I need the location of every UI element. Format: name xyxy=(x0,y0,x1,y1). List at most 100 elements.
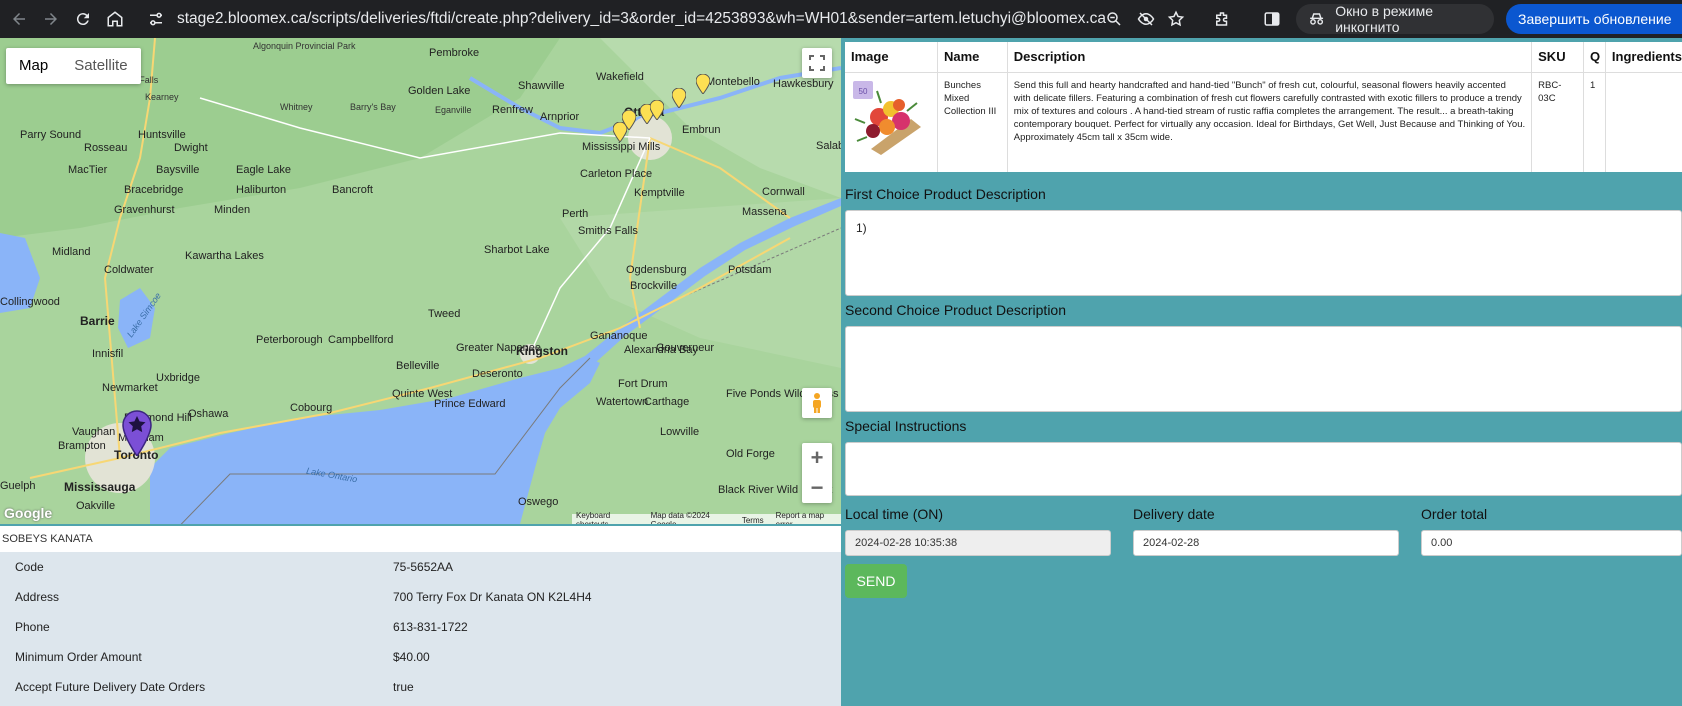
zoom-icon[interactable] xyxy=(1102,7,1126,31)
map-label: Mississippi Mills xyxy=(582,141,661,153)
map-label: Whitney xyxy=(280,102,313,112)
map-label: Montebello xyxy=(706,76,760,88)
bookmark-star-icon[interactable] xyxy=(1164,7,1188,31)
table-row: 50 Bunches Mixed Collection III Send thi… xyxy=(845,72,1682,172)
report-map-error-link[interactable]: Report a map error xyxy=(776,511,837,524)
map-label: Fort Drum xyxy=(618,378,668,390)
second-choice-textarea[interactable] xyxy=(845,326,1682,412)
map-label: Carleton Place xyxy=(580,168,653,180)
site-settings-icon[interactable] xyxy=(145,8,167,30)
first-choice-textarea[interactable]: 1) xyxy=(845,210,1682,296)
map-label: Coldwater xyxy=(104,264,154,276)
forward-icon[interactable] xyxy=(38,6,64,32)
map-view[interactable]: Algonquin Provincial Park Pembroke Wakef… xyxy=(0,38,841,524)
map-marker-icon[interactable] xyxy=(672,88,686,108)
update-button[interactable]: Завершить обновление xyxy=(1506,4,1682,34)
store-marker-icon[interactable] xyxy=(122,410,152,456)
incognito-icon xyxy=(1310,13,1324,25)
map-label: Watertown xyxy=(596,396,649,408)
map-marker-icon[interactable] xyxy=(696,74,710,94)
map-type-satellite-button[interactable]: Satellite xyxy=(61,48,140,84)
map-label: Kearney xyxy=(145,92,179,102)
terms-link[interactable]: Terms xyxy=(742,516,764,525)
map-label: Perth xyxy=(562,208,589,220)
map-label: Massena xyxy=(742,206,787,218)
back-icon[interactable] xyxy=(6,6,32,32)
map-label: Carthage xyxy=(644,396,690,408)
extensions-icon[interactable] xyxy=(1210,7,1234,31)
column-header: Name xyxy=(937,42,1008,73)
map-label: Kingston xyxy=(516,344,568,358)
home-icon[interactable] xyxy=(102,6,128,32)
map-label: Uxbridge xyxy=(156,372,201,384)
second-choice-label: Second Choice Product Description xyxy=(845,302,1067,318)
map-label: Algonquin Provincial Park xyxy=(253,41,356,51)
location-title: SOBEYS KANATA xyxy=(0,526,841,552)
location-key: Phone xyxy=(15,620,50,634)
location-info-panel: SOBEYS KANATA Code 75-5652AA Address 700… xyxy=(0,526,841,706)
product-quantity-cell: 1 xyxy=(1583,72,1606,172)
zoom-control: + − xyxy=(802,443,832,503)
map-label: Huntsville xyxy=(138,129,186,141)
product-image-cell: 50 xyxy=(845,72,938,172)
order-total-input[interactable]: 0.00 xyxy=(1421,530,1682,556)
table-header-row: Image Name Description SKU Q Ingredients xyxy=(845,42,1682,73)
map-label: Belleville xyxy=(396,360,440,372)
map-label: Rosseau xyxy=(84,142,128,154)
map-label: Minden xyxy=(214,204,251,216)
zoom-out-button[interactable]: − xyxy=(802,473,832,503)
delivery-form-panel: Image Name Description SKU Q Ingredients… xyxy=(845,38,1682,706)
special-instructions-textarea[interactable] xyxy=(845,442,1682,496)
tracking-protection-icon[interactable] xyxy=(1134,7,1158,31)
send-button[interactable]: SEND xyxy=(845,564,907,598)
product-image-badge: 50 xyxy=(859,87,868,96)
map-label: Oshawa xyxy=(188,408,229,420)
map-label: Dwight xyxy=(174,142,208,154)
map-label: Kawartha Lakes xyxy=(185,250,264,262)
location-row: Phone 613-831-1722 xyxy=(0,612,841,642)
street-view-pegman-icon[interactable] xyxy=(802,388,832,418)
map-label: Salabe xyxy=(816,140,841,152)
map-label: Potsdam xyxy=(728,264,772,276)
map-label: Campbellford xyxy=(328,334,394,346)
map-label: Hawkesbury xyxy=(773,78,834,90)
product-sku-cell: RBC-03C xyxy=(1531,72,1584,172)
reload-icon[interactable] xyxy=(70,6,96,32)
keyboard-shortcuts-link[interactable]: Keyboard shortcuts xyxy=(576,511,639,524)
incognito-label: Окно в режиме инкогнито xyxy=(1335,3,1433,35)
location-key: Address xyxy=(15,590,60,604)
location-row: Address 700 Terry Fox Dr Kanata ON K2L4H… xyxy=(0,582,841,612)
map-label: Innisfil xyxy=(92,348,124,360)
column-header: Ingredients xyxy=(1605,42,1682,73)
zoom-in-button[interactable]: + xyxy=(802,443,832,473)
map-label: Newmarket xyxy=(102,382,158,394)
location-value: 700 Terry Fox Dr Kanata ON K2L4H4 xyxy=(393,590,592,604)
map-label: Midland xyxy=(52,246,91,258)
map-label: Brampton xyxy=(58,440,106,452)
map-label: Lowville xyxy=(660,426,700,438)
map-label: Eganville xyxy=(435,105,472,115)
location-key: Minimum Order Amount xyxy=(15,650,142,664)
product-table: Image Name Description SKU Q Ingredients… xyxy=(845,42,1682,172)
map-label: Pembroke xyxy=(429,47,480,59)
url-text: stage2.bloomex.ca/scripts/deliveries/ftd… xyxy=(177,10,1107,27)
delivery-date-input[interactable]: 2024-02-28 xyxy=(1133,530,1399,556)
side-panel-icon[interactable] xyxy=(1260,7,1284,31)
map-label: Barrie xyxy=(80,314,115,328)
map-marker-icon[interactable] xyxy=(622,110,636,130)
map-label: Ogdensburg xyxy=(626,264,687,276)
map-label: Collingwood xyxy=(0,296,60,308)
map-label: Oswego xyxy=(518,496,559,508)
map-label: Bracebridge xyxy=(124,184,184,196)
fullscreen-icon[interactable] xyxy=(802,48,832,78)
incognito-indicator[interactable]: Окно в режиме инкогнито xyxy=(1296,3,1494,35)
google-logo: Google xyxy=(4,505,53,521)
map-label: Haliburton xyxy=(236,184,287,196)
location-row: Accept Future Delivery Date Orders true xyxy=(0,672,841,702)
location-key: Accept Future Delivery Date Orders xyxy=(15,680,206,694)
map-label: Mississauga xyxy=(64,480,136,494)
map-type-map-button[interactable]: Map xyxy=(6,48,61,84)
map-type-control: Map Satellite xyxy=(6,48,141,84)
map-data-text: Map data ©2024 Google xyxy=(650,511,710,524)
map-marker-icon[interactable] xyxy=(650,100,664,120)
